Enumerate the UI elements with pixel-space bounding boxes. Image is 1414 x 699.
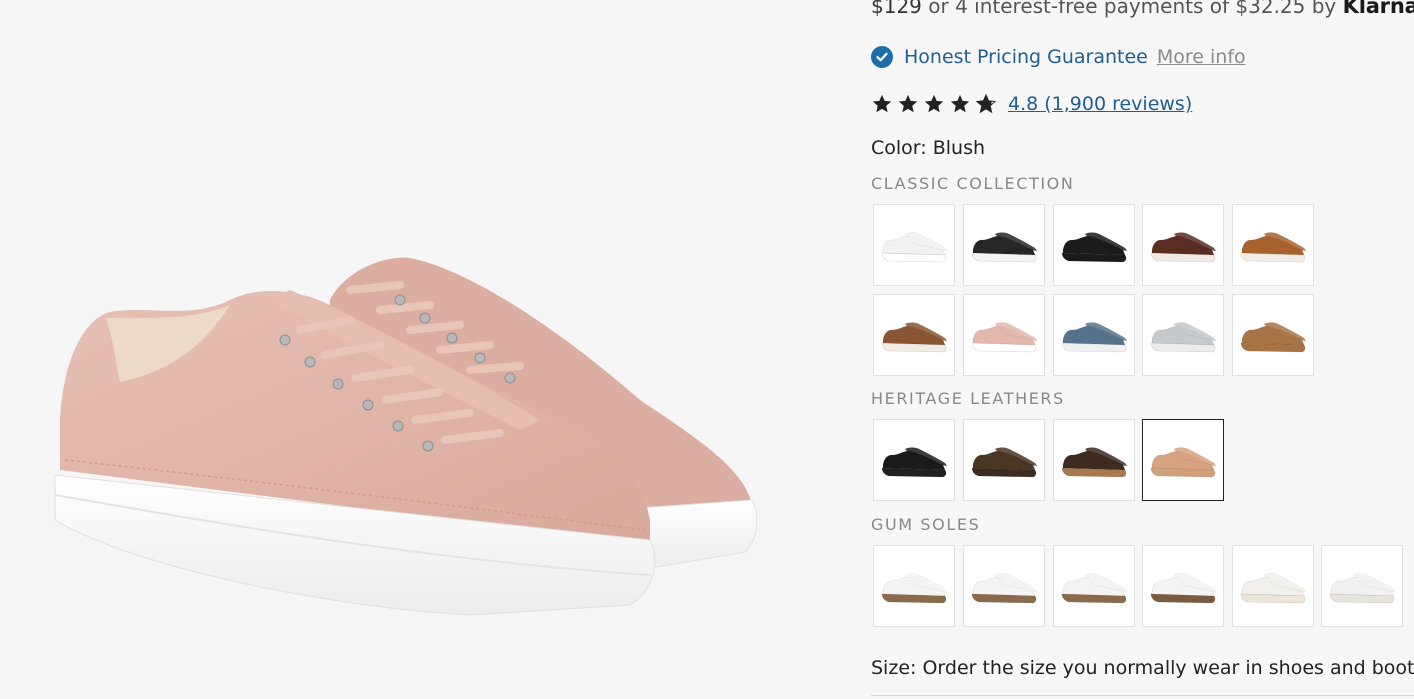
product-price: $129 [871, 0, 922, 18]
star-rating[interactable] [871, 93, 1001, 115]
sneaker-thumbnail-icon [1061, 447, 1128, 478]
reviews-link[interactable]: 4.8 (1,900 reviews) [1008, 93, 1192, 115]
sneaker-thumbnail-icon [971, 447, 1038, 478]
guarantee-label: Honest Pricing Guarantee [904, 46, 1148, 68]
star-half-icon [975, 93, 997, 114]
color-swatch[interactable] [1053, 545, 1135, 627]
sneaker-pair-illustration [54, 257, 758, 616]
sneaker-thumbnail-icon [1240, 322, 1307, 353]
color-swatch[interactable] [1232, 204, 1314, 286]
sneaker-thumbnail-icon [971, 232, 1038, 263]
star-icon [898, 94, 918, 113]
more-info-link[interactable]: More info [1157, 46, 1246, 68]
sneaker-thumbnail-icon [881, 232, 948, 263]
color-label: Color: [871, 137, 927, 159]
size-instructions: Size: Order the size you normally wear i… [871, 657, 1414, 679]
sneaker-thumbnail-icon [881, 447, 948, 478]
color-swatch[interactable] [1053, 419, 1135, 501]
sneaker-thumbnail-icon [881, 573, 948, 604]
honest-pricing-guarantee: Honest Pricing Guarantee More info [871, 45, 1246, 69]
sneaker-thumbnail-icon [1061, 573, 1128, 604]
color-swatch[interactable] [1232, 545, 1314, 627]
price-installment-line: $129 or 4 interest-free payments of $32.… [871, 0, 1414, 18]
sneaker-thumbnail-icon [1150, 232, 1217, 263]
star-icon [950, 94, 970, 113]
sneaker-thumbnail-icon [1150, 447, 1217, 478]
sneaker-thumbnail-icon [1061, 232, 1128, 263]
selected-color: Color: Blush [871, 137, 985, 159]
color-swatch[interactable] [1321, 545, 1403, 627]
installment-text: or 4 interest-free payments of $32.25 by [921, 0, 1343, 18]
size-text: Order the size you normally wear in shoe… [916, 657, 1414, 679]
color-swatch[interactable] [963, 204, 1045, 286]
sneaker-thumbnail-icon [1150, 573, 1217, 604]
section-title-classic: CLASSIC COLLECTION [871, 174, 1075, 193]
color-swatch[interactable] [1142, 294, 1224, 376]
color-swatch[interactable] [873, 545, 955, 627]
product-hero-image[interactable] [0, 0, 848, 699]
size-label: Size: [871, 657, 917, 679]
color-swatch[interactable] [1142, 545, 1224, 627]
klarna-logo[interactable]: Klarna. [1343, 0, 1414, 18]
product-details-panel: $129 or 4 interest-free payments of $32.… [871, 0, 1414, 699]
color-swatch[interactable] [873, 419, 955, 501]
color-swatch[interactable] [1053, 294, 1135, 376]
color-swatch[interactable] [963, 294, 1045, 376]
color-swatch[interactable] [873, 204, 955, 286]
star-icon [872, 94, 892, 113]
color-swatch[interactable] [1142, 419, 1224, 501]
section-title-heritage: HERITAGE LEATHERS [871, 389, 1065, 408]
color-swatch[interactable] [1142, 204, 1224, 286]
sneaker-thumbnail-icon [971, 573, 1038, 604]
sneaker-thumbnail-icon [971, 322, 1038, 353]
check-circle-icon [871, 46, 893, 68]
sneaker-thumbnail-icon [1061, 322, 1128, 353]
section-title-gum-soles: GUM SOLES [871, 515, 981, 534]
star-icon [924, 94, 944, 113]
sneaker-thumbnail-icon [1150, 322, 1217, 353]
color-swatch[interactable] [1232, 294, 1314, 376]
color-swatch[interactable] [963, 419, 1045, 501]
color-swatch[interactable] [873, 294, 955, 376]
sneaker-thumbnail-icon [1240, 573, 1307, 604]
sneaker-thumbnail-icon [881, 322, 948, 353]
sneaker-thumbnail-icon [1240, 232, 1307, 263]
sneaker-thumbnail-icon [1329, 573, 1396, 604]
color-swatch[interactable] [963, 545, 1045, 627]
product-rating: 4.8 (1,900 reviews) [871, 93, 1192, 115]
color-value: Blush [932, 137, 986, 159]
color-swatch[interactable] [1053, 204, 1135, 286]
size-options-divider [871, 695, 1414, 696]
